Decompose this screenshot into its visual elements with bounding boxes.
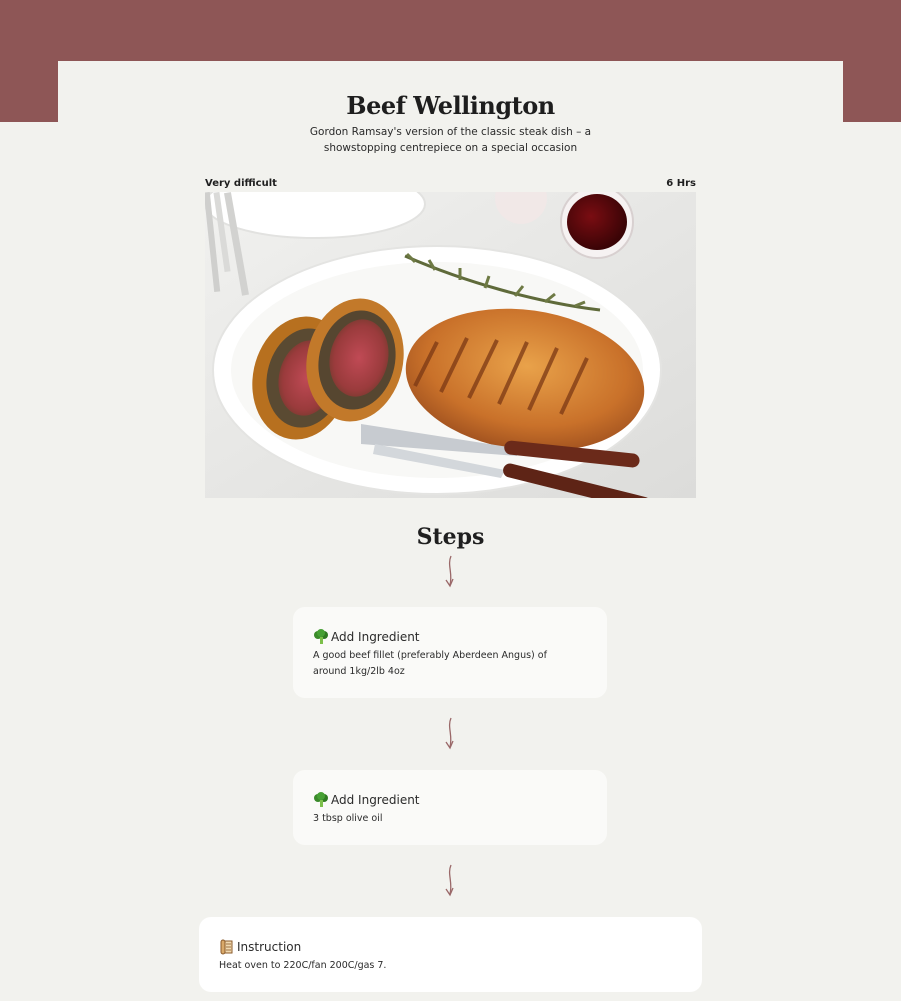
step-type: Instruction <box>219 939 301 955</box>
step-text: Heat oven to 220C/fan 200C/gas 7. <box>219 960 387 971</box>
recipe-title: Beef Wellington <box>346 91 555 120</box>
broccoli-icon <box>314 792 328 807</box>
step-text: 3 tbsp olive oil <box>313 813 383 824</box>
recipe-meta: Very difficult 6 Hrs <box>205 178 696 192</box>
down-arrow-icon <box>445 864 454 897</box>
recipe-subtitle: Gordon Ramsay's version of the classic s… <box>309 126 592 154</box>
scroll-icon <box>220 939 233 955</box>
steps-heading: Steps <box>416 524 485 550</box>
broccoli-icon <box>314 629 328 644</box>
recipe-sheet: Beef Wellington Gordon Ramsay's version … <box>58 61 843 1001</box>
duration-label: 6 Hrs <box>666 178 696 189</box>
step-type: Add Ingredient <box>313 792 420 808</box>
step-card: Add Ingredient A good beef fillet (prefe… <box>293 607 607 698</box>
step-type: Add Ingredient <box>313 629 420 645</box>
down-arrow-icon <box>445 717 454 750</box>
step-card: Add Ingredient 3 tbsp olive oil <box>293 770 607 845</box>
step-text: A good beef fillet (preferably Aberdeen … <box>313 650 547 677</box>
step-card: Instruction Heat oven to 220C/fan 200C/g… <box>199 917 702 992</box>
recipe-hero-image <box>205 192 696 498</box>
step-type-label: Instruction <box>237 940 302 954</box>
step-type-label: Add Ingredient <box>331 630 420 644</box>
down-arrow-icon <box>445 555 454 588</box>
beef-wellington-photo <box>205 192 696 498</box>
difficulty-label: Very difficult <box>205 178 277 189</box>
step-type-label: Add Ingredient <box>331 793 420 807</box>
